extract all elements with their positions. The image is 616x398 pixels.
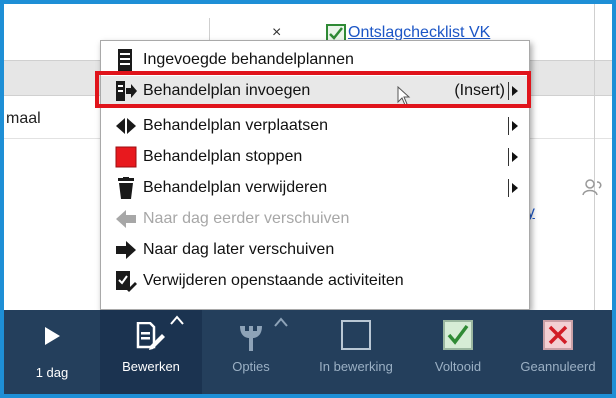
menu-item-label: Naar dag later verschuiven bbox=[143, 241, 335, 258]
person-icon bbox=[582, 178, 604, 201]
toolbar-label: Bewerken bbox=[122, 359, 180, 374]
application-window: × Ontslagchecklist VK maal py Ingevoegde… bbox=[0, 0, 616, 398]
options-button[interactable]: Opties bbox=[202, 310, 300, 394]
menu-item-label: Behandelplan verplaatsen bbox=[143, 117, 329, 134]
checked-checkbox-icon bbox=[443, 320, 473, 350]
menu-item-label: Behandelplan stoppen bbox=[143, 148, 303, 165]
play-icon bbox=[43, 326, 61, 349]
submenu-arrow-icon[interactable] bbox=[508, 117, 521, 135]
menu-item-delete-open-activities[interactable]: Verwijderen openstaande activiteiten bbox=[101, 266, 529, 297]
arrow-left-icon bbox=[115, 208, 136, 230]
menu-item-delete-plan[interactable]: Behandelplan verwijderen bbox=[101, 173, 529, 204]
edit-document-icon bbox=[136, 321, 166, 353]
menu-item-insert-plan[interactable]: Behandelplan invoegen (Insert) bbox=[95, 71, 531, 108]
menu-item-move-plan[interactable]: Behandelplan verplaatsen bbox=[101, 111, 529, 142]
empty-checkbox-icon bbox=[341, 320, 371, 350]
day-view-button[interactable]: 1 dag bbox=[4, 310, 100, 394]
chevron-up-icon bbox=[274, 314, 288, 332]
menu-item-shift-earlier[interactable]: Naar dag eerder verschuiven bbox=[101, 204, 529, 235]
toolbar-label: In bewerking bbox=[319, 359, 393, 374]
wrench-icon bbox=[236, 322, 266, 355]
in-progress-button[interactable]: In bewerking bbox=[300, 310, 412, 394]
edit-button[interactable]: Bewerken bbox=[100, 310, 202, 394]
toolbar-label: Opties bbox=[232, 359, 270, 374]
column-divider-right bbox=[594, 4, 595, 314]
toolbar-label: Geannuleerd bbox=[520, 359, 596, 374]
arrow-right-icon bbox=[115, 239, 136, 261]
highlight-outline bbox=[95, 71, 531, 108]
menu-item-shift-later[interactable]: Naar dag later verschuiven bbox=[101, 235, 529, 266]
list-icon bbox=[115, 49, 135, 71]
menu-item-label: Naar dag eerder verschuiven bbox=[143, 210, 350, 227]
submenu-arrow-icon[interactable] bbox=[508, 179, 521, 197]
completed-button[interactable]: Voltooid bbox=[412, 310, 504, 394]
submenu-arrow-icon[interactable] bbox=[508, 148, 521, 166]
row-text: maal bbox=[6, 110, 41, 127]
stop-square-icon bbox=[115, 146, 137, 168]
toolbar-label: Voltooid bbox=[434, 359, 482, 374]
bottom-toolbar: 1 dag Bewerken Opties In bewerking Volto… bbox=[4, 310, 612, 394]
trash-icon bbox=[115, 177, 135, 199]
context-menu: Ingevoegde behandelplannen Behandelplan … bbox=[95, 40, 531, 310]
crossed-checkbox-icon bbox=[543, 320, 573, 350]
menu-item-label: Ingevoegde behandelplannen bbox=[143, 51, 354, 68]
clear-activities-icon bbox=[115, 270, 137, 292]
move-icon bbox=[115, 115, 136, 137]
menu-item-label: Behandelplan verwijderen bbox=[143, 179, 328, 196]
menu-item-label: Verwijderen openstaande activiteiten bbox=[143, 272, 404, 289]
cancelled-button[interactable]: Geannuleerd bbox=[504, 310, 612, 394]
chevron-up-icon bbox=[170, 312, 184, 330]
toolbar-label: 1 dag bbox=[35, 365, 69, 380]
menu-item-stop-plan[interactable]: Behandelplan stoppen bbox=[101, 142, 529, 173]
